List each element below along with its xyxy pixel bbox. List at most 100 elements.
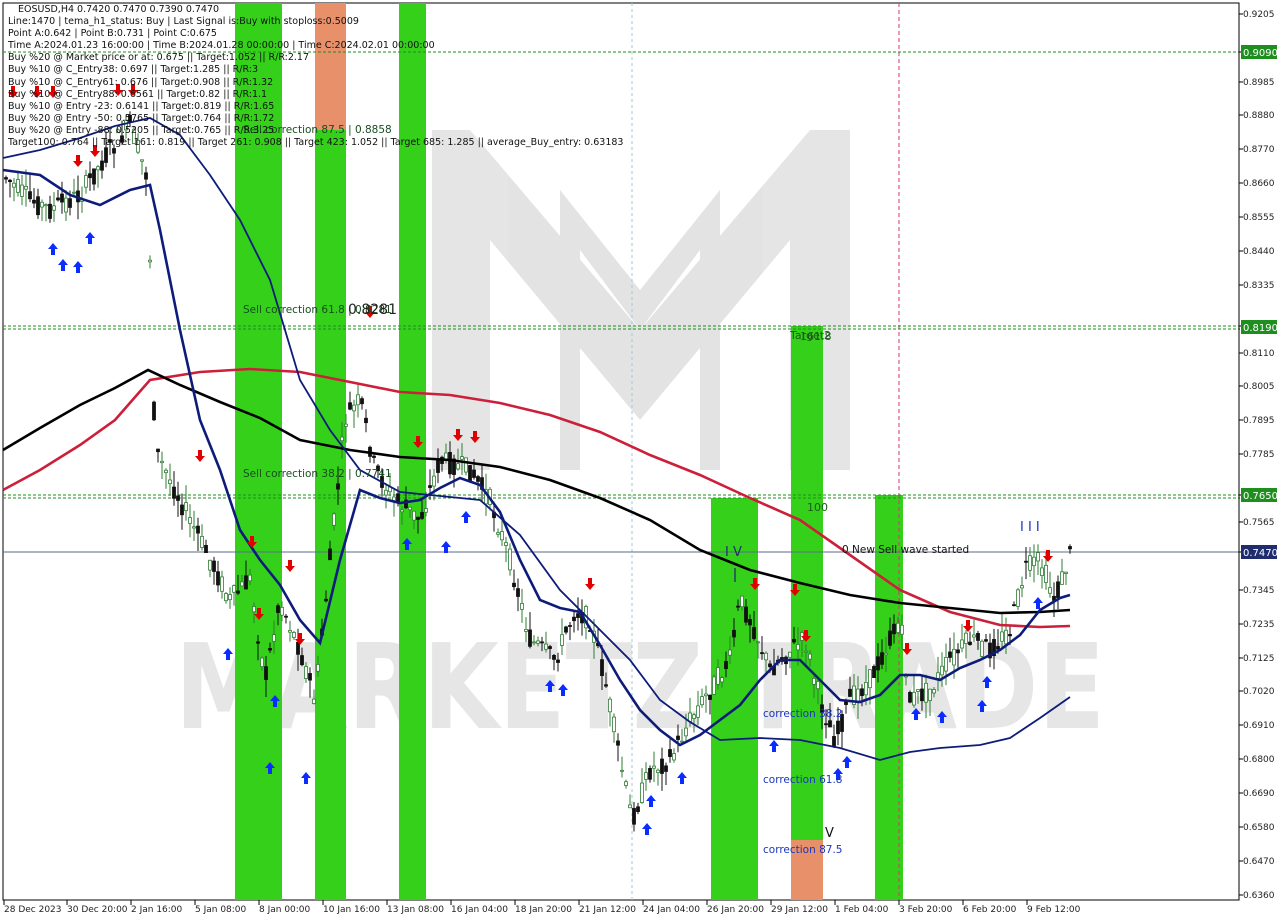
candle-body <box>692 714 696 719</box>
candle-body <box>1008 633 1012 637</box>
candle-body <box>664 765 668 772</box>
candle-body <box>416 516 420 520</box>
price-tick-label: 0.8555 <box>1243 213 1275 223</box>
candle-body <box>156 448 160 453</box>
candle-body <box>456 463 460 470</box>
time-tick-label: 29 Jan 12:00 <box>771 905 828 915</box>
candle-body <box>716 667 720 685</box>
level-100-label: 100 <box>807 501 828 514</box>
correction-382-label: correction 38.2 <box>763 708 842 720</box>
candle-body <box>232 585 236 593</box>
price-chart[interactable]: MARKETZITRADE Sell correction 87.5 | 0.8… <box>0 0 1280 920</box>
candle-body <box>128 115 132 123</box>
candle-body <box>612 716 616 733</box>
candle-body <box>276 605 280 613</box>
candle-body <box>872 666 876 678</box>
candle-body <box>616 740 620 746</box>
zone-green <box>235 3 282 900</box>
candle-body <box>968 641 972 645</box>
svg-text:0.7470: 0.7470 <box>1243 548 1278 559</box>
candle-body <box>896 622 900 633</box>
candle-body <box>516 588 520 597</box>
plot-area[interactable] <box>2 2 1240 901</box>
candle-body <box>208 559 212 571</box>
time-axis[interactable]: 28 Dec 2023 30 Dec 20:00 2 Jan 16:00 5 Jan … <box>3 900 1081 915</box>
candle-body <box>72 191 76 194</box>
price-tick-label: 0.8985 <box>1243 78 1275 88</box>
price-tick-label: 0.9205 <box>1243 10 1275 20</box>
candle-body <box>668 749 672 757</box>
time-tick-label: 30 Dec 20:00 <box>67 905 128 915</box>
time-tick-label: 6 Feb 20:00 <box>963 905 1017 915</box>
price-tick-label: 0.6910 <box>1243 721 1275 731</box>
candle-body <box>472 469 476 478</box>
candle-body <box>372 455 376 458</box>
candle-body <box>600 659 604 676</box>
candle-body <box>228 594 232 601</box>
candle-body <box>220 576 224 592</box>
candle-body <box>120 135 124 143</box>
candle-body <box>448 452 452 475</box>
price-tick-label: 0.8660 <box>1243 179 1275 189</box>
candle-body <box>920 688 924 702</box>
candle-body <box>32 199 36 204</box>
time-tick-label: 2 Jan 16:00 <box>131 905 183 915</box>
candle-body <box>1048 587 1052 594</box>
candle-body <box>112 148 116 154</box>
candle-body <box>68 198 72 208</box>
candle-body <box>140 159 144 162</box>
price-tick-label: 0.8440 <box>1243 247 1275 257</box>
candle-body <box>748 619 752 626</box>
price-tick-label: 0.8110 <box>1243 349 1275 359</box>
candle-body <box>408 506 412 511</box>
candle-body <box>1004 629 1008 645</box>
price-tick-label: 0.8770 <box>1243 145 1275 155</box>
candle-body <box>632 808 636 825</box>
candle-body <box>124 119 128 131</box>
target-161-label: 161.8 <box>800 330 832 343</box>
candle-body <box>100 160 104 171</box>
candle-body <box>8 179 12 183</box>
candle-body <box>948 651 952 658</box>
candle-body <box>132 128 136 145</box>
candle-body <box>240 581 244 587</box>
candle-body <box>888 630 892 646</box>
time-tick-label: 21 Jan 12:00 <box>579 905 636 915</box>
candle-body <box>1032 556 1036 567</box>
candle-body <box>512 582 516 588</box>
candle-body <box>348 402 352 410</box>
candle-body <box>540 641 544 644</box>
candle-body <box>340 436 344 442</box>
price-axis[interactable]: 0.9205 0.9090 0.8985 0.8880 0.8770 0.8660 0.85… <box>1238 3 1275 901</box>
candle-body <box>300 655 304 666</box>
candle-body <box>148 259 152 263</box>
candle-body <box>384 489 388 496</box>
price-tick-label: 0.8335 <box>1243 281 1275 291</box>
candle-body <box>868 669 872 689</box>
candle-body <box>1024 560 1028 563</box>
candle-body <box>344 423 348 427</box>
price-tick-label: 0.6470 <box>1243 857 1275 867</box>
candle-body <box>176 495 180 501</box>
candle-body <box>260 657 264 668</box>
time-tick-label: 8 Jan 00:00 <box>259 905 311 915</box>
candle-body <box>556 659 560 663</box>
candle-body <box>420 512 424 519</box>
candle-body <box>1000 631 1004 642</box>
candle-body <box>144 172 148 180</box>
candle-body <box>712 676 716 695</box>
candle-body <box>816 681 820 690</box>
time-tick-label: 26 Jan 20:00 <box>707 905 764 915</box>
candle-body <box>756 641 760 644</box>
candle-body <box>768 663 772 668</box>
candle-body <box>900 624 904 635</box>
candle-body <box>204 545 208 554</box>
time-tick-label: 24 Jan 04:00 <box>643 905 700 915</box>
candle-body <box>728 649 732 656</box>
price-tag-current: 0.7470 <box>1241 545 1278 559</box>
candle-body <box>436 458 440 473</box>
candle-body <box>60 193 64 203</box>
candle-body <box>360 398 364 405</box>
candle-body <box>544 643 548 650</box>
candle-body <box>956 649 960 654</box>
